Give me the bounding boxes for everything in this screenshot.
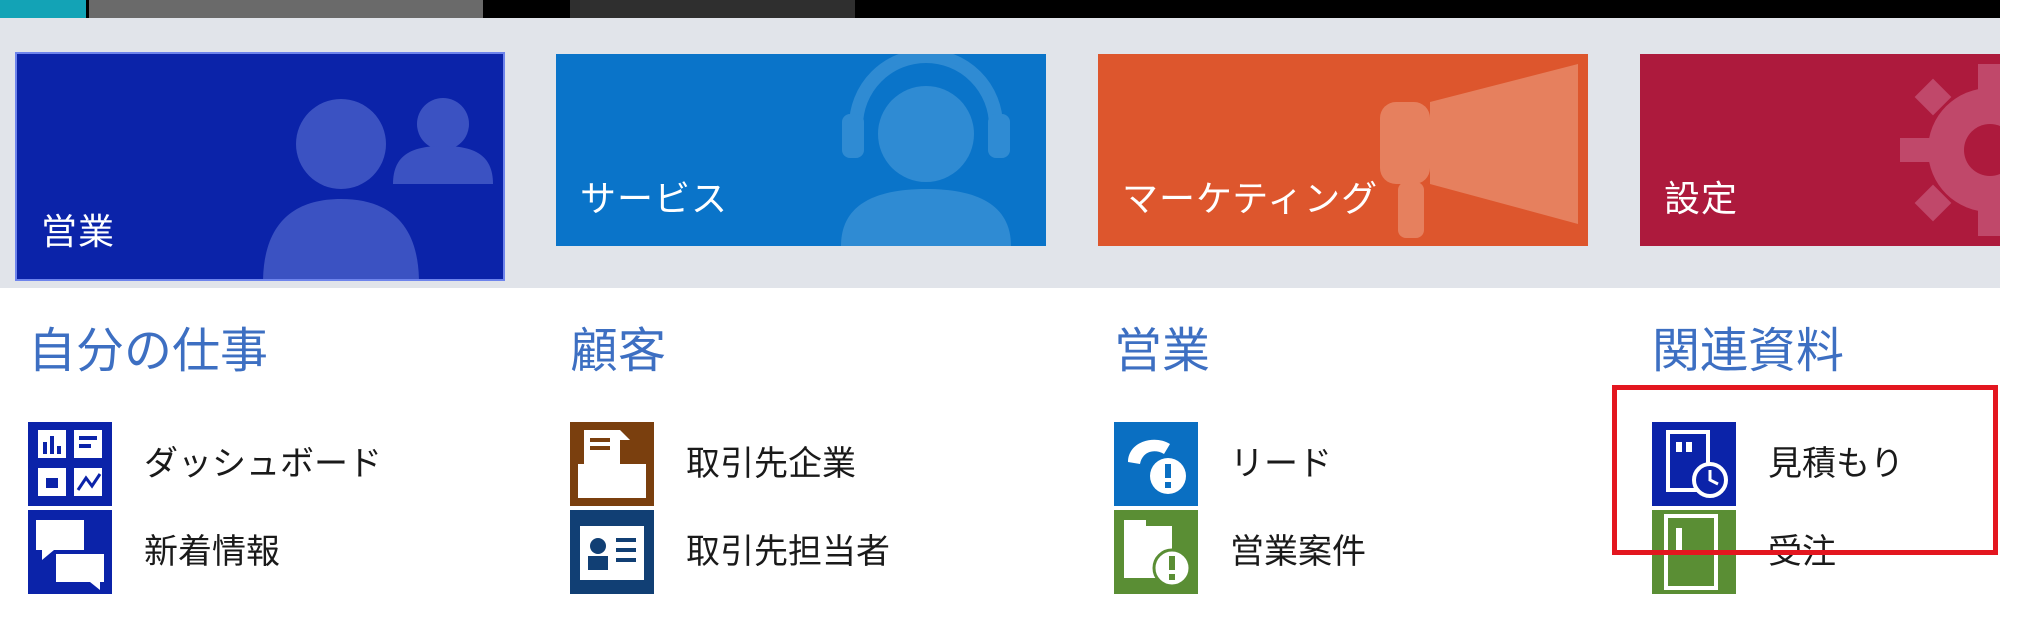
tile-label: 設定 [1664,179,1739,220]
tile-marketing[interactable]: マーケティング [1098,54,1588,246]
tile-label: マーケティング [1122,179,1379,220]
chat-bubbles-icon [28,510,112,594]
category-title: 営業 [1114,323,1211,379]
dashboard-icon [28,422,112,506]
gear-icon [1900,64,2000,236]
nav-item-label: 取引先担当者 [686,532,890,572]
nav-item-label: 取引先企業 [686,444,856,484]
nav-item-dashboard[interactable]: ダッシュボード [20,422,500,510]
nav-item-label: リード [1230,444,1332,484]
phone-alert-icon [1114,422,1198,506]
nav-item-label: ダッシュボード [144,444,382,484]
nav-item-label: 新着情報 [144,532,280,572]
category-title: 顧客 [570,323,667,379]
tile-settings[interactable]: 設定 [1640,54,2000,246]
category-title: 自分の仕事 [28,323,269,379]
highlight-box [1612,385,1998,555]
tile-sales[interactable]: 営業 [15,52,505,281]
nav-item-opportunities[interactable]: 営業案件 [1106,510,1586,598]
nav-item-news[interactable]: 新着情報 [20,510,500,598]
nav-item-accounts[interactable]: 取引先企業 [562,422,1042,510]
tile-label: サービス [580,179,729,220]
area-tiles-band: 営業 サービス マーケティング 設定 [0,18,2000,288]
nav-segment-active[interactable] [0,0,86,18]
nav-segment[interactable] [89,0,483,18]
category-my-work: 自分の仕事 ダッシュボード 新着情報 [20,320,500,598]
folder-alert-icon [1114,510,1198,594]
users-icon [263,98,493,279]
nav-item-contacts[interactable]: 取引先担当者 [562,510,1042,598]
top-nav-bar [0,0,2000,18]
tile-label: 営業 [41,212,116,253]
folder-icon [570,422,654,506]
tile-service[interactable]: サービス [556,54,1046,246]
category-sales: 営業 リード 営業案件 [1106,320,1586,598]
nav-item-label: 営業案件 [1230,532,1366,572]
nav-item-leads[interactable]: リード [1106,422,1586,510]
headset-icon [841,54,1011,246]
contact-card-icon [570,510,654,594]
category-title: 関連資料 [1652,323,1845,379]
nav-segment[interactable] [570,0,855,18]
category-customers: 顧客 取引先企業 取引先担当者 [562,320,1042,598]
